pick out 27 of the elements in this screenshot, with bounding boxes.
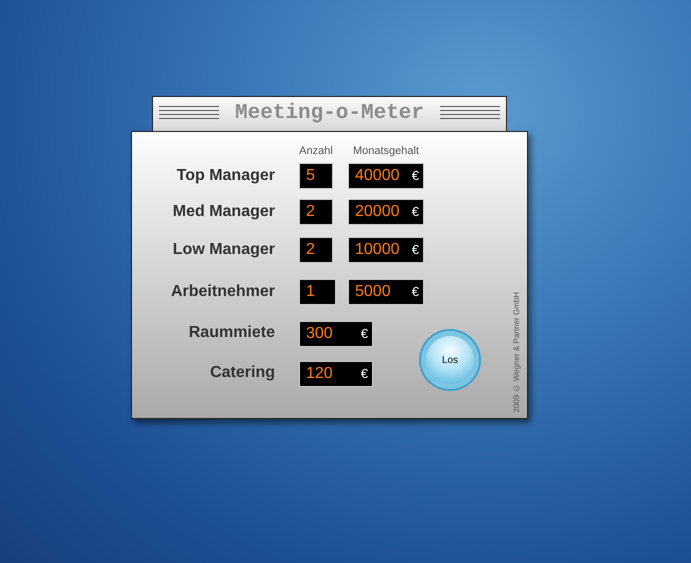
row-label: Arbeitnehmer — [170, 282, 275, 302]
currency-label: € — [360, 325, 368, 344]
currency-label: € — [412, 167, 419, 186]
row-label: Raummiete — [188, 323, 275, 343]
amount-field[interactable]: 120 € — [299, 361, 373, 387]
window-title: Meeting-o-Meter — [234, 101, 424, 128]
row-label: Low Manager — [172, 240, 275, 260]
salary-field[interactable]: 5000 € — [348, 279, 424, 305]
row-label: Top Manager — [176, 166, 275, 186]
column-header: Monatsgehalt — [352, 144, 420, 158]
amount-field[interactable]: 300 € — [299, 321, 373, 347]
count-field[interactable]: 2 — [299, 199, 333, 225]
salary-field[interactable]: 20000 € — [348, 199, 424, 225]
go-button[interactable]: Los — [421, 331, 479, 389]
currency-label: € — [412, 203, 419, 222]
count-field[interactable]: 1 — [299, 279, 336, 305]
column-header: Anzahl — [299, 144, 333, 158]
copyright-text: 2009 © Wegner & Partner GmbH — [511, 292, 522, 412]
count-field[interactable]: 2 — [299, 237, 333, 263]
currency-label: € — [412, 283, 419, 302]
salary-field[interactable]: 10000 € — [348, 237, 424, 263]
row-label: Med Manager — [172, 202, 275, 222]
currency-label: € — [412, 241, 419, 260]
count-field[interactable]: 5 — [299, 163, 333, 189]
currency-label: € — [360, 365, 368, 384]
row-label: Catering — [209, 363, 275, 383]
salary-field[interactable]: 40000 € — [348, 163, 424, 189]
